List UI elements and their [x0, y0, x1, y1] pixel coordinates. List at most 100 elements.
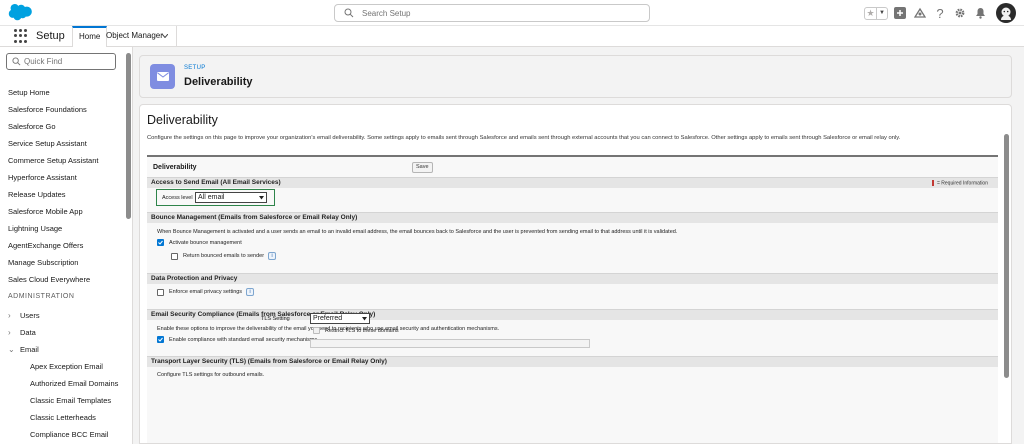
- sidebar-item-authorized-email-domains[interactable]: Authorized Email Domains: [30, 379, 118, 388]
- tab-object-manager-label: Object Manager: [106, 31, 163, 40]
- sidebar-heading-administration: ADMINISTRATION: [8, 293, 75, 300]
- access-level-highlight: Access level All email: [156, 189, 275, 206]
- info-icon[interactable]: i: [268, 252, 277, 260]
- user-avatar[interactable]: [996, 3, 1016, 23]
- activate-bounce-row: Activate bounce management: [157, 239, 242, 246]
- sidebar-item-salesforce-mobile-app[interactable]: Salesforce Mobile App: [8, 207, 83, 216]
- sidebar-item-commerce-setup-assistant[interactable]: Commerce Setup Assistant: [8, 156, 98, 165]
- block-title: Deliverability: [153, 164, 197, 171]
- sidebar-scrollbar[interactable]: [126, 53, 131, 219]
- chevron-right-icon[interactable]: ›: [8, 328, 20, 337]
- return-bounced-row: Return bounced emails to sender i: [171, 252, 277, 260]
- global-actions-icon[interactable]: [892, 5, 908, 21]
- sidebar-item-setup-home[interactable]: Setup Home: [8, 88, 50, 97]
- sidebar-item-service-setup-assistant[interactable]: Service Setup Assistant: [8, 139, 87, 148]
- chevron-down-icon[interactable]: [162, 34, 168, 38]
- tls-setting-value: Preferred: [313, 315, 343, 322]
- setup-sidebar: Quick Find Setup Home Salesforce Foundat…: [0, 47, 133, 444]
- section-tls: Transport Layer Security (TLS) (Emails f…: [147, 356, 998, 367]
- section-tls-title: Transport Layer Security (TLS) (Emails f…: [151, 358, 387, 365]
- sidebar-item-classic-email-templates[interactable]: Classic Email Templates: [30, 396, 111, 405]
- star-icon[interactable]: ★: [865, 8, 876, 19]
- chevron-down-icon: [362, 317, 367, 321]
- page-header: SETUP Deliverability: [139, 55, 1012, 98]
- quick-find-placeholder: Quick Find: [24, 57, 63, 66]
- return-bounced-label: Return bounced emails to sender: [183, 253, 265, 259]
- sidebar-item-manage-subscription[interactable]: Manage Subscription: [8, 258, 78, 267]
- help-icon[interactable]: ?: [932, 5, 948, 21]
- checkmark-icon: [158, 240, 163, 245]
- section-bounce: Bounce Management (Emails from Salesforc…: [147, 212, 998, 223]
- tls-setting-label: TLS Setting: [261, 316, 290, 322]
- sidebar-tree-email[interactable]: ⌄ Email: [8, 345, 39, 354]
- sidebar-item-apex-exception-email[interactable]: Apex Exception Email: [30, 362, 103, 371]
- app-launcher-icon[interactable]: [14, 29, 28, 43]
- block-header: Deliverability Save: [147, 157, 998, 177]
- section-access: Access to Send Email (All Email Services…: [147, 177, 998, 188]
- sidebar-tree-email-label: Email: [20, 345, 39, 354]
- bounce-description: When Bounce Management is activated and …: [157, 229, 678, 235]
- required-info-label: = Required Information: [936, 180, 988, 187]
- save-button[interactable]: Save: [412, 162, 433, 173]
- enforce-privacy-checkbox[interactable]: [157, 288, 164, 296]
- search-setup-input[interactable]: Search Setup: [334, 4, 650, 22]
- tls-domains-input[interactable]: [310, 339, 590, 348]
- access-level-select[interactable]: All email: [195, 192, 267, 203]
- tls-setting-select[interactable]: Preferred: [310, 313, 370, 324]
- sidebar-item-sales-cloud-everywhere[interactable]: Sales Cloud Everywhere: [8, 275, 90, 284]
- content-title: Deliverability: [147, 113, 218, 127]
- sidebar-tree-users[interactable]: › Users: [8, 311, 40, 320]
- access-level-label: Access level: [162, 195, 193, 201]
- app-name: Setup: [36, 30, 65, 42]
- global-header: Search Setup ★ ▼ ?: [0, 0, 1024, 26]
- sidebar-tree-data-label: Data: [20, 328, 36, 337]
- sidebar-tree-data[interactable]: › Data: [8, 328, 36, 337]
- sidebar-item-compliance-bcc-email[interactable]: Compliance BCC Email: [30, 430, 108, 439]
- sidebar-item-salesforce-go[interactable]: Salesforce Go: [8, 122, 56, 131]
- chevron-right-icon[interactable]: ›: [8, 311, 20, 320]
- salesforce-cloud-logo[interactable]: [8, 4, 32, 21]
- sidebar-tree-users-label: Users: [20, 311, 40, 320]
- notification-bell-icon[interactable]: [972, 5, 988, 21]
- breadcrumb[interactable]: SETUP: [184, 65, 206, 71]
- email-icon: [150, 64, 175, 89]
- deliverability-content: Deliverability Configure the settings on…: [139, 104, 1012, 444]
- section-privacy: Data Protection and Privacy: [147, 273, 998, 284]
- content-description: Configure the settings on this page to i…: [147, 135, 901, 141]
- favorites-dropdown-icon[interactable]: ▼: [876, 7, 887, 19]
- activate-bounce-checkbox[interactable]: [157, 239, 164, 246]
- deliverability-block: Deliverability Save Access to Send Email…: [147, 155, 998, 443]
- sidebar-item-lightning-usage[interactable]: Lightning Usage: [8, 224, 62, 233]
- chevron-down-icon: [259, 196, 264, 200]
- gear-icon[interactable]: [952, 5, 968, 21]
- required-info: = Required Information: [931, 180, 988, 187]
- tab-object-manager[interactable]: Object Manager: [102, 26, 177, 47]
- context-bar: Setup Home Object Manager: [0, 26, 1024, 47]
- trailhead-icon[interactable]: [912, 5, 928, 21]
- enable-compliance-checkbox[interactable]: [157, 336, 164, 343]
- return-bounced-checkbox[interactable]: [171, 252, 178, 260]
- required-marker: [931, 180, 934, 186]
- section-bounce-title: Bounce Management (Emails from Salesforc…: [151, 214, 358, 221]
- search-icon: [344, 8, 354, 18]
- restrict-tls-checkbox[interactable]: [313, 327, 320, 334]
- quick-find-input[interactable]: Quick Find: [6, 53, 116, 70]
- restrict-tls-label: Restrict TLS to these domains: [325, 327, 399, 334]
- activate-bounce-label: Activate bounce management: [169, 239, 242, 246]
- sidebar-item-classic-letterheads[interactable]: Classic Letterheads: [30, 413, 96, 422]
- enable-compliance-label: Enable compliance with standard email se…: [169, 336, 318, 343]
- info-icon[interactable]: i: [246, 288, 255, 296]
- sidebar-item-hyperforce-assistant[interactable]: Hyperforce Assistant: [8, 173, 77, 182]
- chevron-down-icon[interactable]: ⌄: [8, 345, 20, 354]
- access-level-value: All email: [198, 194, 225, 201]
- content-scrollbar[interactable]: [1004, 134, 1009, 378]
- section-privacy-title: Data Protection and Privacy: [151, 275, 238, 282]
- tls-description: Configure TLS settings for outbound emai…: [157, 372, 265, 378]
- enable-compliance-row: Enable compliance with standard email se…: [157, 336, 317, 343]
- help-link[interactable]: [973, 105, 997, 113]
- sidebar-item-salesforce-foundations[interactable]: Salesforce Foundations: [8, 105, 87, 114]
- sidebar-item-release-updates[interactable]: Release Updates: [8, 190, 66, 199]
- page-title: Deliverability: [184, 76, 253, 88]
- sidebar-item-agentexchange-offers[interactable]: AgentExchange Offers: [8, 241, 83, 250]
- section-access-title: Access to Send Email (All Email Services…: [151, 179, 281, 186]
